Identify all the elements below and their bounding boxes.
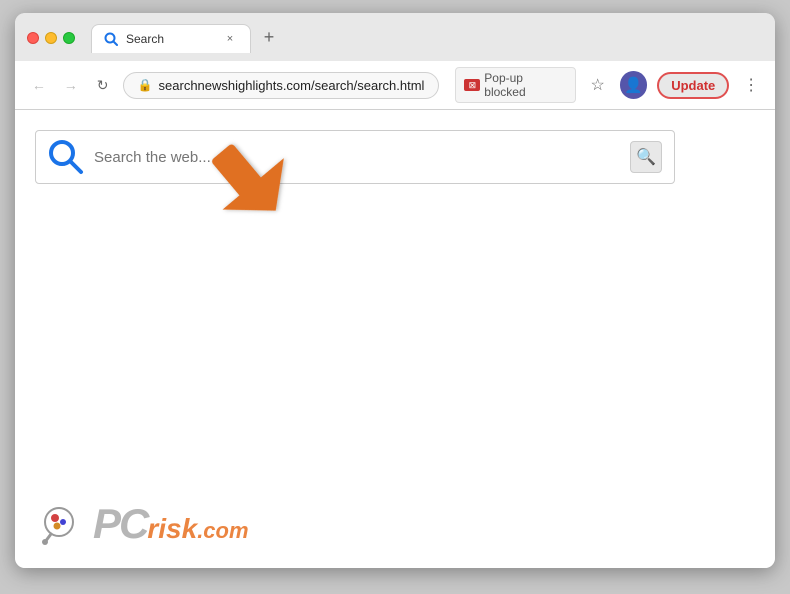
pcrisk-watermark: PC risk .com (35, 500, 249, 548)
new-tab-button[interactable]: + (255, 23, 283, 51)
search-input[interactable] (94, 149, 630, 166)
search-go-icon: 🔍 (636, 147, 656, 167)
page-content: 🔍 (15, 110, 775, 568)
tab-bar: Search × + (91, 23, 763, 53)
browser-window: Search × + ← → ↻ 🔒 searchnewshighlights.… (15, 13, 775, 568)
reload-button[interactable]: ↻ (91, 73, 115, 97)
active-tab[interactable]: Search × (91, 24, 251, 53)
profile-icon: 👤 (624, 76, 643, 94)
popup-blocked-badge[interactable]: ⊠ Pop-up blocked (455, 67, 575, 103)
search-logo (48, 139, 84, 175)
search-go-button[interactable]: 🔍 (630, 141, 662, 173)
maximize-button[interactable] (63, 32, 75, 44)
lock-icon: 🔒 (138, 78, 153, 92)
pcrisk-text: PC risk .com (93, 500, 249, 548)
search-container: 🔍 (35, 130, 675, 184)
close-button[interactable] (27, 32, 39, 44)
tab-close-button[interactable]: × (222, 31, 238, 47)
traffic-lights (27, 32, 75, 44)
address-text: searchnewshighlights.com/search/search.h… (159, 78, 425, 93)
browser-menu-button[interactable]: ⋮ (739, 73, 763, 97)
forward-button[interactable]: → (59, 73, 83, 97)
profile-button[interactable]: 👤 (620, 71, 648, 99)
address-right-controls: ⊠ Pop-up blocked ☆ 👤 Update ⋮ (455, 67, 763, 103)
tab-favicon (104, 32, 118, 46)
popup-blocked-label: Pop-up blocked (484, 71, 566, 99)
bookmark-button[interactable]: ☆ (586, 73, 610, 97)
address-field[interactable]: 🔒 searchnewshighlights.com/search/search… (123, 72, 440, 99)
update-button[interactable]: Update (657, 72, 729, 99)
risk-label: risk (147, 513, 197, 545)
back-button[interactable]: ← (27, 73, 51, 97)
tab-title: Search (126, 32, 214, 46)
address-bar: ← → ↻ 🔒 searchnewshighlights.com/search/… (15, 61, 775, 110)
title-bar: Search × + (15, 13, 775, 61)
minimize-button[interactable] (45, 32, 57, 44)
domain-label: .com (197, 518, 248, 544)
pc-label: PC (93, 500, 147, 548)
popup-blocked-icon: ⊠ (464, 79, 480, 91)
